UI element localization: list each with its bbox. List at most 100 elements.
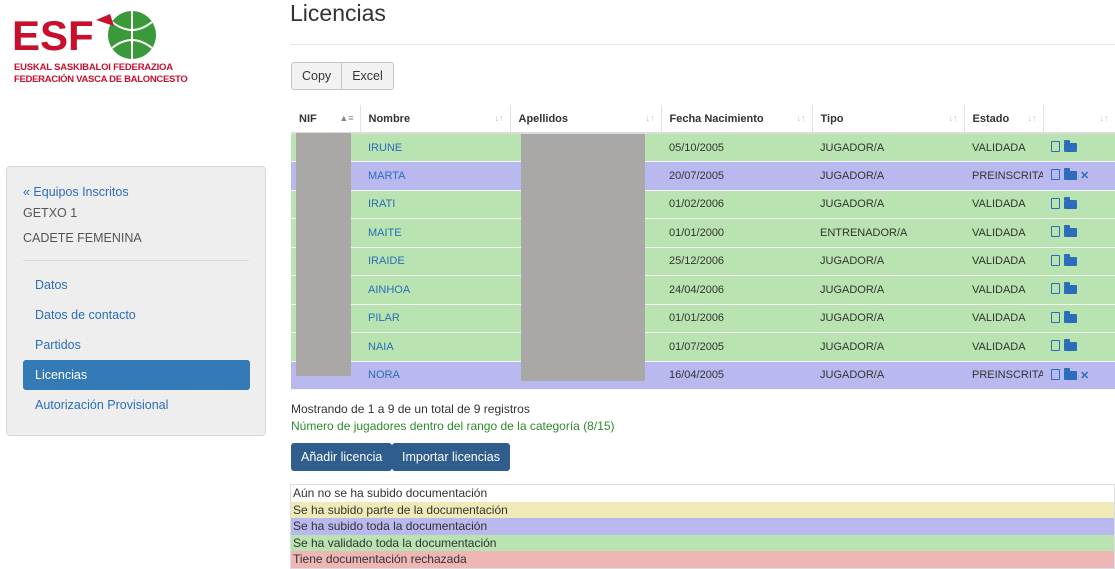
cell-fecha: 01/01/2000 [661, 218, 812, 248]
document-icon[interactable] [1051, 283, 1060, 295]
cell-nombre[interactable]: PILAR [360, 304, 510, 333]
cell-actions [1043, 304, 1115, 333]
cell-tipo: JUGADOR/A [812, 133, 964, 162]
svg-text:ESF: ESF [12, 12, 94, 59]
category-range-note: Número de jugadores dentro del rango de … [291, 419, 615, 433]
column-header-estado[interactable]: Estado ↓↑ [964, 105, 1044, 134]
folder-open-icon[interactable] [1064, 196, 1077, 209]
sort-icon: ↓↑ [1027, 113, 1037, 123]
sort-icon: ↓↑ [796, 113, 806, 123]
delete-icon[interactable]: ✕ [1080, 370, 1092, 382]
document-icon[interactable] [1051, 340, 1060, 352]
table-row: MARTA 20/07/2005 JUGADOR/A PREINSCRITA ✕ [291, 161, 1115, 191]
cell-estado: VALIDADA [964, 275, 1043, 305]
cell-fecha: 24/04/2006 [661, 275, 812, 305]
cell-actions [1043, 218, 1115, 248]
legend-item: Aún no se ha subido documentación [291, 485, 1114, 502]
cell-actions: ✕ [1043, 361, 1115, 390]
cell-tipo: JUGADOR/A [812, 361, 964, 390]
cell-tipo: JUGADOR/A [812, 161, 964, 191]
column-header-actions[interactable]: ↓↑ [1043, 105, 1115, 134]
table-row: PILAR 01/01/2006 JUGADOR/A VALIDADA [291, 304, 1115, 333]
cell-fecha: 01/02/2006 [661, 190, 812, 219]
legend-item: Se ha validado toda la documentación [291, 534, 1114, 551]
sidebar-item-datos-contacto[interactable]: Datos de contacto [23, 300, 250, 330]
table-row: MAITE 01/01/2000 ENTRENADOR/A VALIDADA [291, 218, 1115, 248]
logo-text-spanish: FEDERACIÓN VASCA DE BALONCESTO [14, 74, 188, 85]
cell-nombre[interactable]: NORA [360, 361, 510, 390]
cell-estado: VALIDADA [964, 190, 1043, 219]
cell-estado: VALIDADA [964, 247, 1043, 276]
title-divider [290, 44, 1115, 45]
cell-actions [1043, 247, 1115, 276]
table-header-row: NIF ▲≡ Nombre ↓↑ Apellidos ↓↑ Fecha Nacimie… [291, 105, 1115, 134]
copy-button[interactable]: Copy [291, 62, 343, 90]
column-header-apellidos[interactable]: Apellidos ↓↑ [510, 105, 662, 134]
cell-nombre[interactable]: IRUNE [360, 133, 510, 162]
folder-open-icon[interactable] [1064, 140, 1077, 152]
folder-open-icon[interactable] [1064, 225, 1077, 238]
cell-nombre[interactable]: MAITE [360, 218, 510, 248]
logo-text-basque: EUSKAL SASKIBALOI FEDERAZIOA [14, 62, 173, 73]
cell-fecha: 25/12/2006 [661, 247, 812, 276]
cell-estado: VALIDADA [964, 304, 1043, 333]
cell-tipo: JUGADOR/A [812, 275, 964, 305]
sidebar-item-partidos[interactable]: Partidos [23, 330, 250, 360]
import-licenses-button[interactable]: Importar licencias [392, 443, 510, 471]
sidebar-nav: Datos Datos de contacto Partidos Licenci… [23, 270, 250, 420]
redacted-surname-block [521, 134, 645, 381]
column-header-nif[interactable]: NIF ▲≡ [291, 105, 361, 134]
sidebar-item-datos[interactable]: Datos [23, 270, 250, 300]
cell-nombre[interactable]: MARTA [360, 161, 510, 191]
cell-actions [1043, 275, 1115, 305]
document-icon[interactable] [1051, 368, 1060, 380]
cell-fecha: 01/01/2006 [661, 304, 812, 333]
back-to-teams-link[interactable]: « Equipos Inscritos [23, 185, 129, 199]
folder-open-icon[interactable] [1064, 310, 1077, 323]
team-category: CADETE FEMENINA [23, 231, 142, 245]
table-row: NAIA 01/07/2005 JUGADOR/A VALIDADA [291, 332, 1115, 362]
excel-button[interactable]: Excel [342, 62, 394, 90]
cell-fecha: 20/07/2005 [661, 161, 812, 191]
document-icon[interactable] [1051, 169, 1060, 181]
cell-tipo: JUGADOR/A [812, 304, 964, 333]
column-header-fecha[interactable]: Fecha Nacimiento ↓↑ [661, 105, 813, 134]
sidebar-item-autorizacion[interactable]: Autorización Provisional [23, 390, 250, 420]
document-icon[interactable] [1051, 226, 1060, 238]
cell-nombre[interactable]: NAIA [360, 332, 510, 362]
table-row: IRUNE 05/10/2005 JUGADOR/A VALIDADA [291, 133, 1115, 162]
document-icon[interactable] [1051, 254, 1060, 266]
table-row: NORA 16/04/2005 JUGADOR/A PREINSCRITA ✕ [291, 361, 1115, 390]
table-info: Mostrando de 1 a 9 de un total de 9 regi… [291, 402, 530, 416]
column-header-nombre[interactable]: Nombre ↓↑ [360, 105, 511, 134]
document-icon[interactable] [1051, 197, 1060, 209]
column-header-tipo[interactable]: Tipo ↓↑ [812, 105, 965, 134]
page-title: Licencias [290, 0, 386, 26]
delete-icon[interactable]: ✕ [1080, 170, 1092, 182]
folder-open-icon[interactable] [1064, 253, 1077, 266]
sidebar-item-licencias[interactable]: Licencias [23, 360, 250, 390]
folder-open-icon[interactable] [1064, 282, 1077, 295]
cell-actions [1043, 332, 1115, 362]
cell-actions [1043, 190, 1115, 219]
cell-actions [1043, 133, 1115, 162]
folder-open-icon[interactable] [1064, 367, 1077, 380]
cell-estado: VALIDADA [964, 133, 1043, 162]
sort-icon: ↓↑ [645, 113, 655, 123]
cell-nombre[interactable]: IRATI [360, 190, 510, 219]
cell-nombre[interactable]: IRAIDE [360, 247, 510, 276]
cell-nombre[interactable]: AINHOA [360, 275, 510, 305]
document-icon[interactable] [1051, 311, 1060, 323]
sort-icon: ↓↑ [1099, 113, 1109, 123]
legend-item: Tiene documentación rechazada [291, 551, 1114, 568]
cell-tipo: JUGADOR/A [812, 247, 964, 276]
basketball-logo-icon: ESF [12, 11, 156, 59]
cell-fecha: 05/10/2005 [661, 133, 812, 162]
cell-tipo: JUGADOR/A [812, 190, 964, 219]
cell-estado: VALIDADA [964, 218, 1043, 248]
folder-open-icon[interactable] [1064, 168, 1077, 181]
add-license-button[interactable]: Añadir licencia [291, 443, 393, 471]
table-row: IRAIDE 25/12/2006 JUGADOR/A VALIDADA [291, 247, 1115, 276]
document-icon[interactable] [1051, 141, 1060, 152]
folder-open-icon[interactable] [1064, 339, 1077, 352]
